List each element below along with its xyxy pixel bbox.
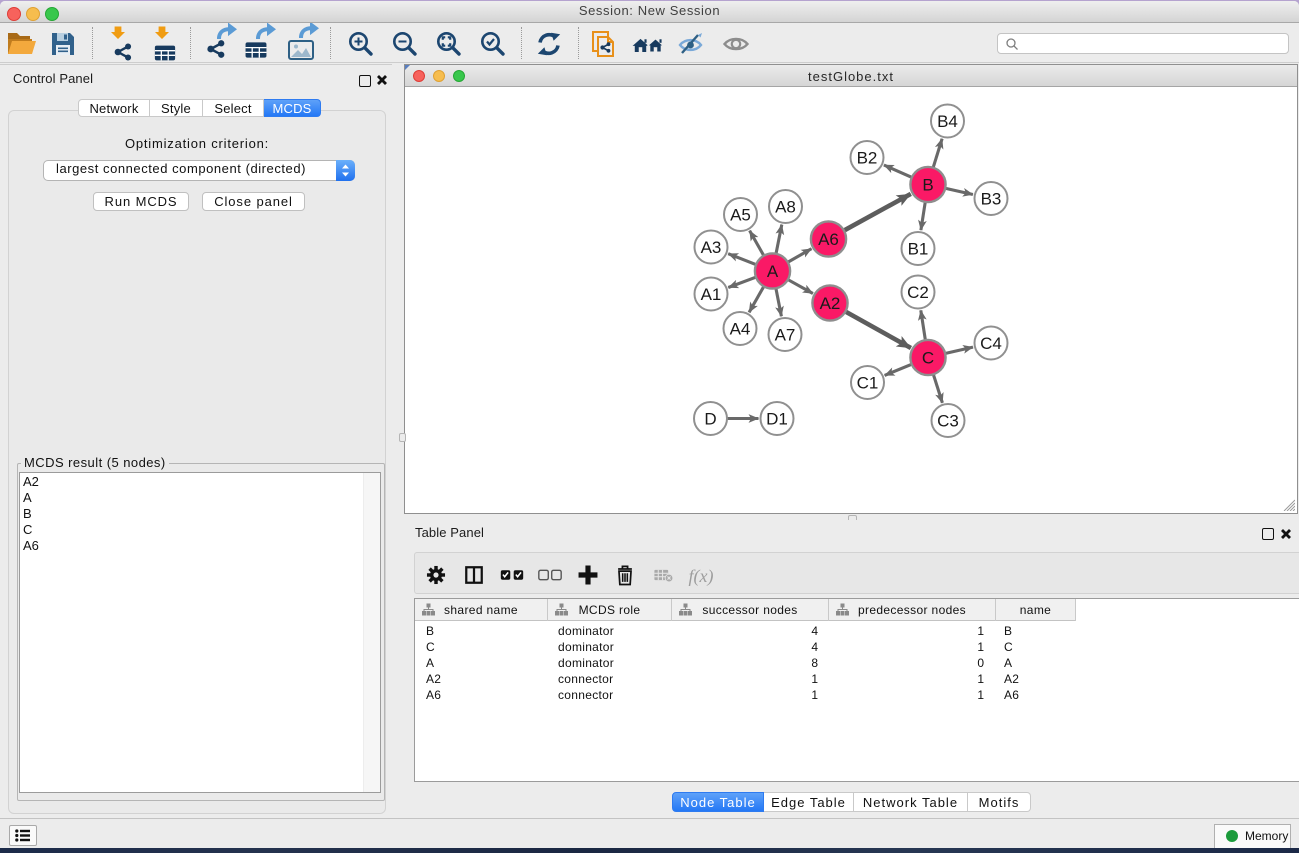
svg-text:D1: D1 [766, 410, 788, 429]
svg-text:f(x): f(x) [689, 566, 714, 587]
svg-text:B4: B4 [937, 112, 958, 131]
svg-text:A5: A5 [730, 206, 751, 225]
svg-text:C: C [922, 349, 934, 368]
svg-text:C3: C3 [937, 412, 959, 431]
svg-text:D: D [704, 410, 716, 429]
svg-text:A1: A1 [701, 285, 722, 304]
svg-text:C2: C2 [907, 283, 929, 302]
svg-text:B2: B2 [857, 149, 878, 168]
svg-text:A7: A7 [775, 326, 796, 345]
svg-text:A2: A2 [820, 294, 841, 313]
svg-text:A6: A6 [818, 230, 839, 249]
svg-text:A: A [767, 262, 779, 281]
svg-text:A3: A3 [701, 238, 722, 257]
svg-text:B: B [922, 176, 933, 195]
svg-text:C1: C1 [857, 374, 879, 393]
svg-text:A8: A8 [775, 198, 796, 217]
svg-text:C4: C4 [980, 334, 1002, 353]
svg-text:A4: A4 [730, 320, 751, 339]
svg-text:B1: B1 [908, 240, 929, 259]
svg-text:B3: B3 [981, 190, 1002, 209]
